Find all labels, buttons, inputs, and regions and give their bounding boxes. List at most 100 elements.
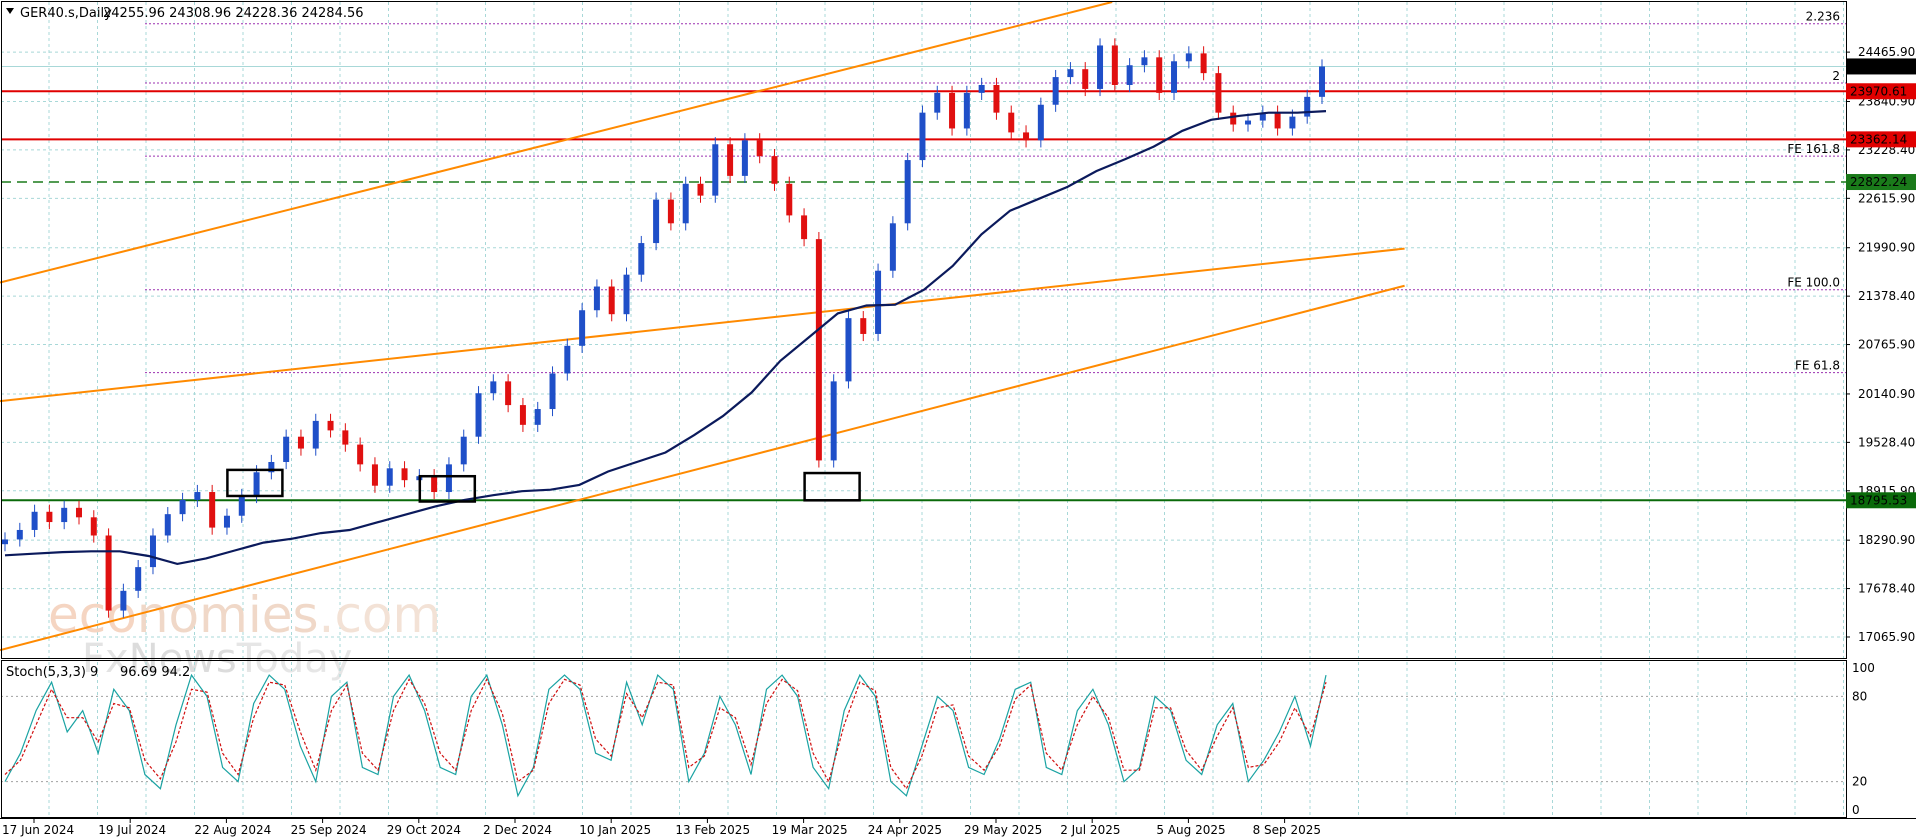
candle-body <box>815 239 822 461</box>
candle-body <box>741 140 748 176</box>
x-tick-label: 29 May 2025 <box>964 823 1042 837</box>
candle-body <box>253 472 260 496</box>
x-tick-label: 24 Apr 2025 <box>868 823 942 837</box>
candle-body <box>61 507 68 523</box>
candle-body <box>771 156 778 184</box>
candle-body <box>519 405 526 425</box>
price-tag-label: 23970.61 <box>1850 84 1907 98</box>
candle-body <box>993 84 1000 113</box>
y-tick-label: 17678.40 <box>1858 582 1915 596</box>
candle-body <box>357 444 364 465</box>
x-tick-label: 5 Aug 2025 <box>1156 823 1225 837</box>
candle-body <box>401 468 408 481</box>
chart-background <box>0 0 1916 840</box>
y-tick-label: 21378.40 <box>1858 289 1915 303</box>
candle-body <box>1097 45 1104 89</box>
candle-body <box>889 223 896 271</box>
stoch-y-tick-label: 20 <box>1852 775 1867 789</box>
x-tick-label: 29 Oct 2024 <box>387 823 461 837</box>
chart-root: economies.com FxNewsToday 2.2362FE 161.8… <box>0 0 1916 840</box>
fib-level-label: 2.236 <box>1806 10 1840 24</box>
fib-level-label: FE 100.0 <box>1787 276 1840 290</box>
candle-body <box>179 499 186 515</box>
candle-body <box>978 84 985 93</box>
candle-body <box>1141 57 1148 66</box>
candle-body <box>608 286 615 315</box>
fib-level-label: FE 161.8 <box>1787 142 1840 156</box>
candle-body <box>327 420 334 431</box>
chart-header: GER40.s,Daily 24255.96 24308.96 24228.36… <box>6 6 364 21</box>
candle-body <box>1274 112 1281 129</box>
candle-body <box>564 345 571 374</box>
candle-body <box>386 468 393 486</box>
candle-body <box>312 420 319 449</box>
candle-body <box>445 464 452 493</box>
candle-body <box>1037 104 1044 141</box>
candle-body <box>1319 66 1325 97</box>
candle-body <box>727 144 734 176</box>
x-tick-label: 2 Jul 2025 <box>1060 823 1120 837</box>
candle-body <box>786 183 793 216</box>
y-tick-label: 24465.90 <box>1858 45 1915 59</box>
candle-body <box>534 409 541 425</box>
candle-body <box>697 183 704 196</box>
candle-body <box>194 492 201 500</box>
candle-body <box>1171 61 1178 93</box>
x-tick-label: 10 Jan 2025 <box>579 823 651 837</box>
x-tick-label: 25 Sep 2024 <box>291 823 367 837</box>
candle-body <box>934 92 941 113</box>
candle-body <box>845 318 852 382</box>
candle-body <box>209 492 216 528</box>
candle-body <box>297 436 304 449</box>
candle-body <box>1304 96 1311 117</box>
y-tick-label: 20765.90 <box>1858 338 1915 352</box>
price-tag-label: 18795.53 <box>1850 493 1907 507</box>
candle-body <box>371 464 378 486</box>
stoch-y-tick-label: 100 <box>1852 661 1875 675</box>
candle-body <box>1185 53 1192 62</box>
candle-body <box>1008 112 1015 133</box>
candle-body <box>490 381 497 394</box>
ohlc-values: 24255.96 24308.96 24228.36 24284.56 <box>103 6 364 21</box>
candle-body <box>1126 65 1133 85</box>
stoch-y-tick-label: 80 <box>1852 689 1867 703</box>
candle-body <box>919 112 926 161</box>
candle-body <box>682 183 689 224</box>
stoch-y-tick-label: 0 <box>1852 803 1860 817</box>
candle-body <box>1200 53 1207 74</box>
candle-body <box>756 140 763 157</box>
candle-body <box>46 511 53 523</box>
candle-body <box>149 535 156 568</box>
candle-body <box>801 215 808 240</box>
candle-body <box>1067 69 1074 78</box>
candle-body <box>830 381 837 461</box>
x-tick-label: 13 Feb 2025 <box>675 823 750 837</box>
candle-body <box>238 495 245 516</box>
candle-body <box>120 590 127 611</box>
candle-body <box>963 92 970 129</box>
candle-body <box>1111 45 1118 85</box>
candle-body <box>579 310 586 346</box>
candle-body <box>475 393 482 437</box>
candle-body <box>904 160 911 224</box>
candle-body <box>90 517 97 536</box>
last-price-tag-label: 24284.56 <box>1850 59 1907 73</box>
fib-level-label: 2 <box>1832 69 1840 83</box>
candle-body <box>2 539 8 545</box>
candle-body <box>223 515 230 528</box>
candle-body <box>16 529 23 540</box>
candle-body <box>638 243 645 275</box>
candle-body <box>505 381 512 406</box>
candle-body <box>667 199 674 224</box>
candle-body <box>1082 69 1089 89</box>
candle-body <box>949 92 956 129</box>
x-tick-label: 8 Sep 2025 <box>1253 823 1321 837</box>
candle-body <box>105 535 112 611</box>
x-tick-label: 17 Jun 2024 <box>2 823 74 837</box>
candle-body <box>549 373 556 410</box>
candle-body <box>283 436 290 462</box>
stoch-values: 96.69 94.2 <box>120 665 190 680</box>
candle-body <box>1215 73 1222 113</box>
candle-body <box>1230 112 1237 125</box>
candle-body <box>1156 57 1163 93</box>
